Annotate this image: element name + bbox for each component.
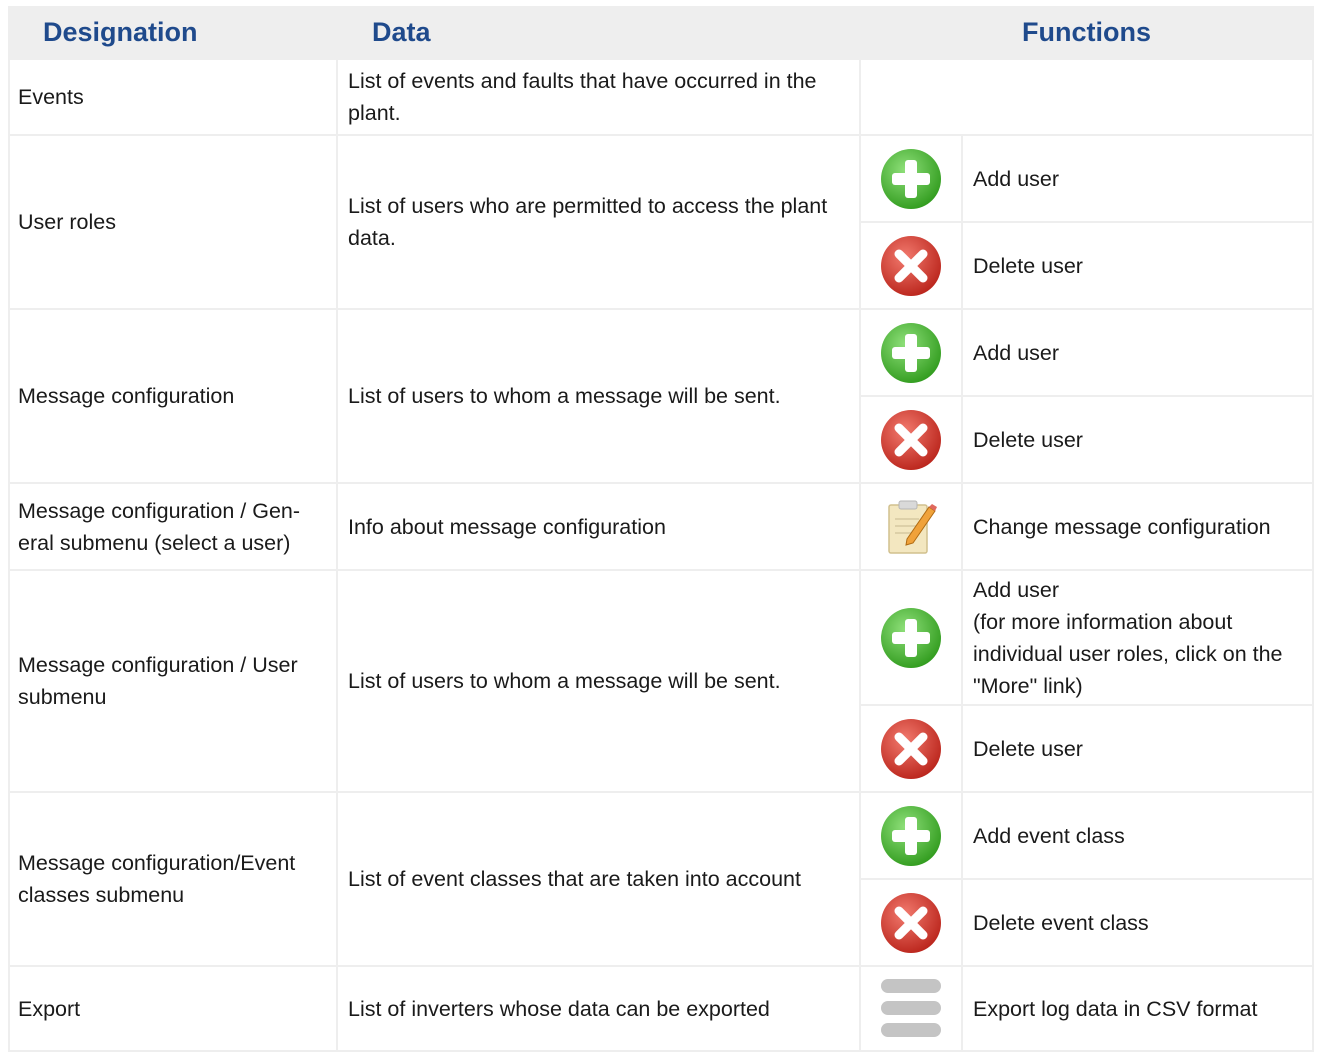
delete-icon[interactable] (879, 717, 943, 781)
data-cell: List of users to whom a message will be … (336, 569, 861, 793)
function-icon-cell (859, 878, 963, 967)
function-icon-cell (859, 221, 963, 310)
function-icon-cell (859, 791, 963, 880)
table-row: Message configuration / Gen-eral submenu… (8, 482, 1314, 571)
function-label: Delete event class (961, 878, 1314, 967)
delete-icon[interactable] (879, 891, 943, 955)
function-icon-cell (859, 569, 963, 706)
add-icon[interactable] (879, 606, 943, 670)
designation-cell: Message configuration/Event classes subm… (8, 791, 338, 967)
data-cell: List of users to whom a message will be … (336, 308, 861, 484)
function-icon-cell (859, 482, 963, 571)
table-row: Message configuration/Event classes subm… (8, 791, 1314, 967)
function-label: Add user (for more information about ind… (961, 569, 1314, 706)
data-cell: List of users who are permitted to acces… (336, 134, 861, 310)
table-row: Export List of inverters whose data can … (8, 965, 1314, 1052)
add-icon[interactable] (879, 804, 943, 868)
delete-icon[interactable] (879, 234, 943, 298)
table-row: User roles List of users who are permitt… (8, 134, 1314, 310)
function-icon-cell (859, 308, 963, 397)
header-data: Data (337, 6, 860, 59)
data-cell: List of event classes that are taken int… (336, 791, 861, 967)
table-row: Message configuration / User submenu Lis… (8, 569, 1314, 793)
function-label: Change message configuration (961, 482, 1314, 571)
header-row: Designation Data Functions (9, 6, 1313, 59)
functions-cell-empty (859, 58, 1314, 136)
function-label: Export log data in CSV format (961, 965, 1314, 1052)
header-functions: Functions (860, 6, 1313, 59)
header-designation: Designation (9, 6, 337, 59)
designation-cell: Export (8, 965, 338, 1052)
designation-cell: Message configuration / Gen-eral submenu… (8, 482, 338, 571)
edit-note-icon[interactable] (879, 495, 943, 559)
designation-cell: Events (8, 58, 338, 136)
functions-table: Designation Data Functions Events List o… (8, 6, 1314, 1052)
function-icon-cell (859, 965, 963, 1052)
add-icon[interactable] (879, 321, 943, 385)
function-icon-cell (859, 704, 963, 793)
add-icon[interactable] (879, 147, 943, 211)
function-label: Delete user (961, 704, 1314, 793)
export-icon[interactable] (879, 977, 943, 1041)
function-icon-cell (859, 395, 963, 484)
designation-cell: User roles (8, 134, 338, 310)
table-row: Message configuration List of users to w… (8, 308, 1314, 484)
function-icon-cell (859, 134, 963, 223)
function-label: Add user (961, 134, 1314, 223)
designation-cell: Message configuration (8, 308, 338, 484)
function-label: Add user (961, 308, 1314, 397)
delete-icon[interactable] (879, 408, 943, 472)
table-row: Events List of events and faults that ha… (8, 58, 1314, 136)
data-cell: List of inverters whose data can be expo… (336, 965, 861, 1052)
data-cell: Info about message configuration (336, 482, 861, 571)
designation-cell: Message configuration / User submenu (8, 569, 338, 793)
data-cell: List of events and faults that have occu… (336, 58, 861, 136)
function-label: Add event class (961, 791, 1314, 880)
function-label: Delete user (961, 395, 1314, 484)
function-label: Delete user (961, 221, 1314, 310)
